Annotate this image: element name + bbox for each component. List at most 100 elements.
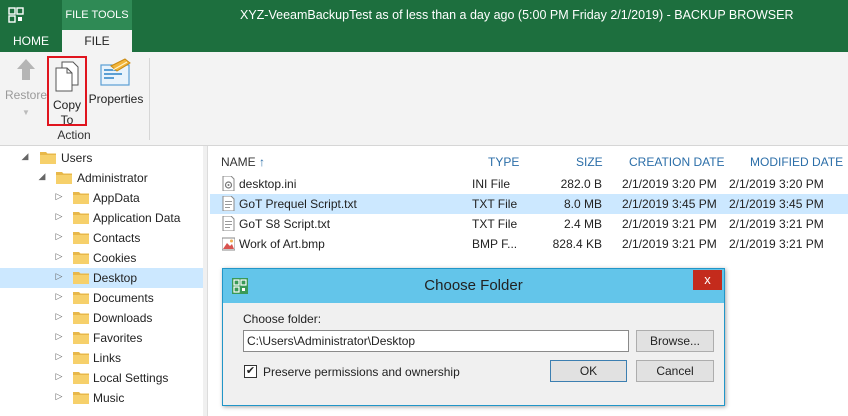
tree-scrollbar[interactable] <box>203 146 207 416</box>
tree-item[interactable]: ▷ Cookies <box>0 248 203 268</box>
file-name: GoT Prequel Script.txt <box>239 197 357 211</box>
column-header-name-label: NAME <box>221 155 256 169</box>
restore-arrow-icon <box>17 59 35 80</box>
tree-item[interactable]: ▷ Contacts <box>0 228 203 248</box>
ini-file-icon <box>222 176 235 191</box>
tree-item-label: Documents <box>93 291 154 305</box>
ok-button[interactable]: OK <box>550 360 627 382</box>
copy-to-label-line1: Copy <box>52 98 81 112</box>
folder-icon <box>73 272 89 284</box>
file-creation-date: 2/1/2019 3:45 PM <box>622 197 717 211</box>
tree-item[interactable]: ▷ Music <box>0 388 203 408</box>
dialog-title: Choose Folder <box>424 277 523 294</box>
preserve-permissions-label[interactable]: Preserve permissions and ownership <box>263 365 460 379</box>
expand-arrow-icon[interactable]: ▷ <box>54 351 64 362</box>
file-type: TXT File <box>472 217 518 231</box>
preserve-permissions-checkbox[interactable]: ✔ <box>244 365 257 378</box>
expand-arrow-icon[interactable]: ▷ <box>54 251 64 262</box>
tree-item[interactable]: ▷ Favorites <box>0 328 203 348</box>
chevron-down-icon: ▼ <box>22 108 30 117</box>
tree-item[interactable]: ▷ Local Settings <box>0 368 203 388</box>
column-header-type[interactable]: TYPE <box>488 155 519 169</box>
cancel-button[interactable]: Cancel <box>636 360 714 382</box>
tree-item-label: Contacts <box>93 231 141 245</box>
file-type: TXT File <box>472 197 518 211</box>
file-name: desktop.ini <box>239 177 297 191</box>
sort-ascending-icon: ↑ <box>259 155 266 169</box>
folder-icon <box>73 332 89 344</box>
ribbon-tabs: HOME FILE <box>0 30 848 52</box>
tree-item[interactable]: ▷ Application Data <box>0 208 203 228</box>
tree-item-label: Desktop <box>93 271 138 285</box>
tree-item-label: Cookies <box>93 251 137 265</box>
properties-button[interactable]: Properties <box>88 56 144 107</box>
tree-item-label: Downloads <box>93 311 153 325</box>
file-tools-context-tab: FILE TOOLS <box>62 0 132 30</box>
folder-icon <box>73 192 89 204</box>
ribbon: Restore ▼ Copy To Properties Action <box>0 52 848 146</box>
folder-icon <box>56 172 72 184</box>
expand-arrow-icon[interactable]: ▷ <box>54 211 64 222</box>
collapse-arrow-icon[interactable]: ◢ <box>37 171 47 182</box>
folder-icon <box>73 312 89 324</box>
folder-icon <box>73 252 89 264</box>
properties-icon <box>100 58 131 86</box>
folder-icon <box>73 352 89 364</box>
file-row[interactable]: Work of Art.bmp BMP F... 828.4 KB 2/1/2019 … <box>210 234 848 254</box>
expand-arrow-icon[interactable]: ▷ <box>54 231 64 242</box>
copy-to-label-line2: To <box>60 113 74 127</box>
tree-item[interactable]: ▷ Downloads <box>0 308 203 328</box>
expand-arrow-icon[interactable]: ▷ <box>54 371 64 382</box>
column-header-size[interactable]: SIZE <box>576 155 603 169</box>
dialog-title-bar[interactable]: Choose Folder x <box>223 269 724 303</box>
folder-icon <box>73 232 89 244</box>
tree-item[interactable]: ▷ Documents <box>0 288 203 308</box>
file-creation-date: 2/1/2019 3:20 PM <box>622 177 717 191</box>
restore-button[interactable]: Restore ▼ <box>4 56 48 120</box>
text-file-icon <box>222 216 235 231</box>
column-header-modified-date[interactable]: MODIFIED DATE <box>750 155 843 169</box>
tree-item-label: Local Settings <box>93 371 169 385</box>
expand-arrow-icon[interactable]: ▷ <box>54 391 64 402</box>
tree-item-label: Music <box>93 391 125 405</box>
file-modified-date: 2/1/2019 3:45 PM <box>729 197 824 211</box>
tree-item-label: AppData <box>93 191 140 205</box>
browse-button[interactable]: Browse... <box>636 330 714 352</box>
file-type: INI File <box>472 177 511 191</box>
tree-item[interactable]: ◢ Administrator <box>0 168 203 188</box>
tree-item[interactable]: ▷ Desktop <box>0 268 203 288</box>
file-creation-date: 2/1/2019 3:21 PM <box>622 217 717 231</box>
column-header-creation-date[interactable]: CREATION DATE <box>629 155 725 169</box>
file-size: 8.0 MB <box>563 197 602 211</box>
restore-label: Restore <box>4 88 48 102</box>
choose-folder-label: Choose folder: <box>243 312 322 326</box>
copy-to-button[interactable]: Copy To <box>47 56 87 127</box>
column-header-name[interactable]: NAME ↑ <box>221 155 265 169</box>
file-row[interactable]: desktop.ini INI File 282.0 B 2/1/2019 3:20 … <box>210 174 848 194</box>
file-size: 2.4 MB <box>563 217 602 231</box>
tree-item[interactable]: ▷ Links <box>0 348 203 368</box>
tree-item[interactable]: ◢ Users <box>0 148 203 168</box>
file-row[interactable]: GoT S8 Script.txt TXT File 2.4 MB 2/1/2019 … <box>210 214 848 234</box>
expand-arrow-icon[interactable]: ▷ <box>54 291 64 302</box>
expand-arrow-icon[interactable]: ▷ <box>54 311 64 322</box>
expand-arrow-icon[interactable]: ▷ <box>54 331 64 342</box>
tab-file[interactable]: FILE <box>62 30 132 52</box>
ribbon-group-action-label: Action <box>57 128 91 142</box>
choose-folder-dialog: Choose Folder x Choose folder: Browse...… <box>222 268 725 406</box>
tree-item-label: Favorites <box>93 331 143 345</box>
collapse-arrow-icon[interactable]: ◢ <box>20 151 30 162</box>
close-button[interactable]: x <box>693 270 722 290</box>
tree-item[interactable]: ▷ AppData <box>0 188 203 208</box>
expand-arrow-icon[interactable]: ▷ <box>54 191 64 202</box>
text-file-icon <box>222 196 235 211</box>
veeam-app-icon[interactable] <box>8 7 24 23</box>
file-size: 828.4 KB <box>552 237 602 251</box>
folder-path-input[interactable] <box>243 330 629 352</box>
tab-home[interactable]: HOME <box>0 30 62 52</box>
expand-arrow-icon[interactable]: ▷ <box>54 271 64 282</box>
close-icon: x <box>704 272 711 287</box>
file-row[interactable]: GoT Prequel Script.txt TXT File 8.0 MB 2/1/… <box>210 194 848 214</box>
title-bar: FILE TOOLS XYZ-VeeamBackupTest as of les… <box>0 0 848 30</box>
folder-icon <box>73 292 89 304</box>
